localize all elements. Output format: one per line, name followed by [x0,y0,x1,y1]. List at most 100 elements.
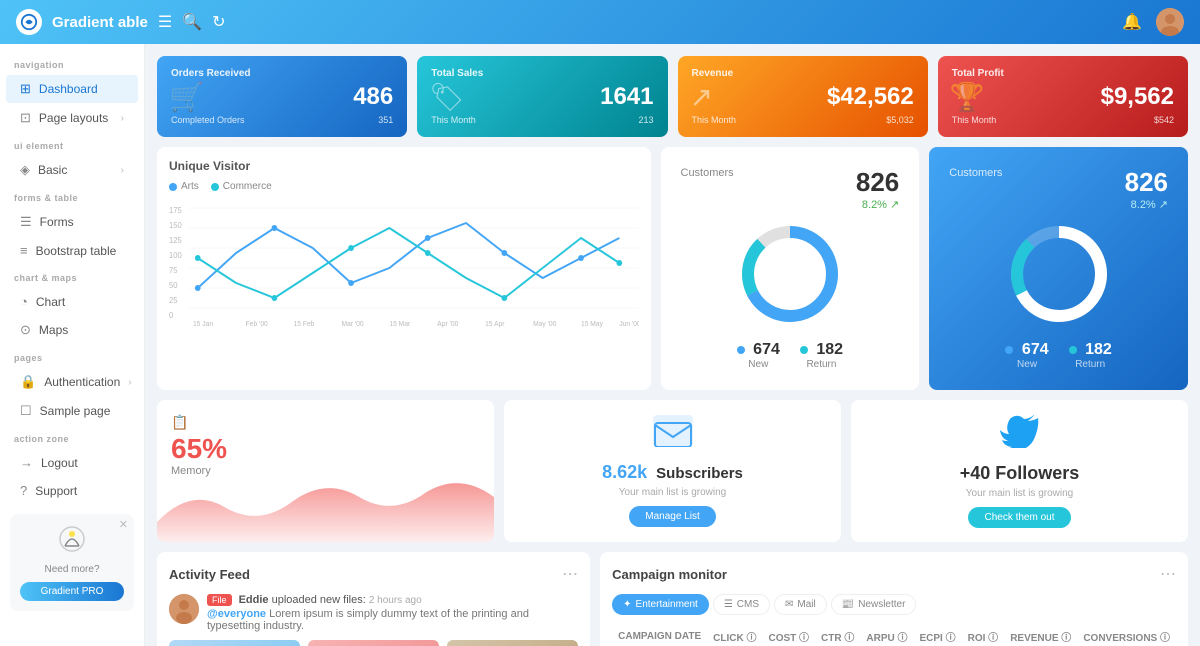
activity-feed-card: Activity Feed ⋯ File Eddie uploaded new … [157,552,590,646]
stat-title: Revenue [692,68,914,79]
col-roi: ROI ⓘ [962,625,1005,646]
activity-item: File Eddie uploaded new files: 2 hours a… [169,594,578,632]
stat-sub-value: 351 [378,115,393,125]
stat-card-sales: Total Sales 🏷 1641 This Month 213 [417,56,667,137]
campaign-table: CAMPAIGN DATE CLICK ⓘ COST ⓘ CTR ⓘ ARPU … [612,625,1176,646]
col-click: CLICK ⓘ [707,625,762,646]
tab-entertainment[interactable]: ✦ Entertainment [612,594,709,615]
line-chart: 175 150 125 100 75 50 25 0 15 Jan Feb '0… [169,198,639,333]
new-label: New [737,359,780,370]
topbar: Gradient able ☰ 🔍 ↻ 🔔 [0,0,1200,44]
activity-user: Eddie [239,594,269,606]
twitter-count: +40 Followers [960,463,1080,484]
stat-value: $42,562 [692,83,914,111]
sidebar-item-label: Forms [40,215,74,229]
stat-card-profit: Total Profit 🏆 $9,562 This Month $542 [938,56,1188,137]
sidebar-item-chart[interactable]: ◔ Chart [6,288,138,315]
dashboard-icon: ⊞ [20,81,31,97]
stat-title: Total Profit [952,68,1174,79]
refresh-icon[interactable]: ↻ [212,12,225,32]
donut-chart-blue [1004,219,1114,329]
stat-title: Orders Received [171,68,393,79]
promo-button[interactable]: Gradient PRO [20,582,124,601]
donut-chart [735,219,845,329]
activity-title: Activity Feed [169,567,250,582]
sidebar-item-support[interactable]: ? Support [6,477,138,504]
email-icon [653,415,693,456]
chart-title: Unique Visitor [169,159,639,173]
check-them-out-button[interactable]: Check them out [968,507,1070,528]
sidebar-item-label: Bootstrap table [36,244,117,258]
sidebar-item-authentication[interactable]: 🔒 Authentication › [6,368,138,396]
hamburger-icon[interactable]: ☰ [158,12,172,32]
promo-close-button[interactable]: ✕ [119,518,128,531]
customers-blue-card: Customers 826 8.2% ↗ [929,147,1188,390]
sidebar: navigation ⊞ Dashboard ⊡ Page layouts › … [0,44,145,646]
svg-text:0: 0 [169,311,174,320]
sidebar-item-sample-page[interactable]: ☐ Sample page [6,397,138,425]
chevron-right-icon: › [128,377,131,388]
stat-sub-value: 213 [638,115,653,125]
trophy-icon: 🏆 [950,80,985,113]
basic-icon: ◈ [20,162,30,178]
donut-stat-return: 182 Return [800,341,843,370]
sidebar-item-bootstrap-table[interactable]: ≡ Bootstrap table [6,237,138,264]
sidebar-item-dashboard[interactable]: ⊞ Dashboard [6,75,138,103]
stat-sub-value: $542 [1154,115,1174,125]
content-area: Orders Received 🛒 486 Completed Orders 3… [145,44,1200,646]
customers-value: 826 [856,167,899,198]
donut-stats-blue: 674 New 182 Return [1005,341,1111,370]
donut-container-blue: Customers 826 8.2% ↗ [941,159,1176,378]
campaign-menu-icon[interactable]: ⋯ [1160,564,1176,584]
activity-menu-icon[interactable]: ⋯ [562,564,578,584]
sidebar-section-navigation: navigation [0,52,144,74]
col-date: CAMPAIGN DATE [612,625,707,646]
customers-white-card: Customers 826 8.2% ↗ [661,147,920,390]
sidebar-item-basic[interactable]: ◈ Basic › [6,156,138,184]
app-name: Gradient able [52,14,148,31]
avatar[interactable] [1156,8,1184,36]
search-icon[interactable]: 🔍 [182,12,202,32]
sidebar-item-label: Logout [41,456,78,470]
sidebar-item-logout[interactable]: → Logout [6,449,138,476]
sidebar-section-ui: ui element [0,133,144,155]
sidebar-item-maps[interactable]: ⊙ Maps [6,316,138,344]
manage-list-button[interactable]: Manage List [629,506,715,527]
support-icon: ? [20,483,27,498]
stats-row: Orders Received 🛒 486 Completed Orders 3… [157,56,1188,137]
stat-sub-value: $5,032 [886,115,914,125]
new-dot [737,346,745,354]
legend-arts: Arts [169,181,199,192]
tab-mail[interactable]: ✉ Mail [774,594,827,615]
svg-text:Jun '00: Jun '00 [619,321,638,328]
sidebar-item-forms[interactable]: ☰ Forms [6,208,138,236]
mid-row: 📋 65% Memory [157,400,1188,542]
customers-change-blue: 8.2% ↗ [1125,198,1168,211]
campaign-header: Campaign monitor ⋯ [612,564,1176,584]
topbar-left: Gradient able ☰ 🔍 ↻ [16,9,226,35]
activity-time: 2 hours ago [369,595,422,606]
table-header-row: CAMPAIGN DATE CLICK ⓘ COST ⓘ CTR ⓘ ARPU … [612,625,1176,646]
tab-cms[interactable]: ☰ CMS [713,594,770,615]
campaign-monitor-card: Campaign monitor ⋯ ✦ Entertainment ☰ CMS… [600,552,1188,646]
bell-icon[interactable]: 🔔 [1122,12,1142,32]
svg-text:Feb '00: Feb '00 [246,321,268,328]
new-label-blue: New [1005,359,1048,370]
promo-box: ✕ Need more? Gradient PRO [10,514,134,611]
maps-icon: ⊙ [20,322,31,338]
chart-legend: Arts Commerce [169,181,639,192]
legend-commerce: Commerce [211,181,272,192]
newsletter-icon: 📰 [842,599,854,610]
sidebar-item-label: Maps [39,323,68,337]
wallart-image: 🎨 [308,640,439,646]
sidebar-item-label: Basic [38,163,67,177]
donut-stat-return-blue: 182 Return [1069,341,1112,370]
tab-newsletter[interactable]: 📰 Newsletter [831,594,917,615]
memory-card: 📋 65% Memory [157,400,494,542]
activity-img-wallart: 🎨 Wall Art [308,640,439,646]
promo-icon [20,524,124,560]
sidebar-item-label: Chart [36,295,65,309]
sidebar-item-page-layouts[interactable]: ⊡ Page layouts › [6,104,138,132]
activity-img-microphone: 🎤 Microphone [447,640,578,646]
svg-text:100: 100 [169,251,182,260]
